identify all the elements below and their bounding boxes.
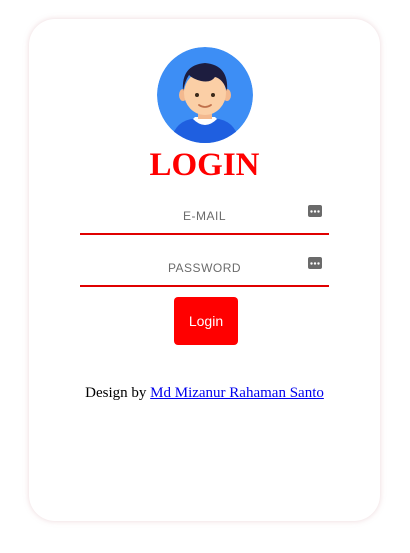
password-field[interactable] [80,251,329,285]
email-field[interactable] [80,199,329,233]
login-card: LOGIN Login Design by Md Mizanur Rahaman… [29,19,380,521]
email-field-container [80,199,329,235]
password-field-container [80,251,329,287]
password-dots-icon[interactable] [308,205,322,217]
design-credit-prefix: Design by [85,385,151,401]
design-credit: Design by Md Mizanur Rahaman Santo [29,385,380,402]
author-link[interactable]: Md Mizanur Rahaman Santo [150,385,324,401]
password-dots-icon[interactable] [308,257,322,269]
page-title: LOGIN [149,147,260,183]
user-avatar-icon [157,47,253,143]
login-button[interactable]: Login [174,297,238,345]
